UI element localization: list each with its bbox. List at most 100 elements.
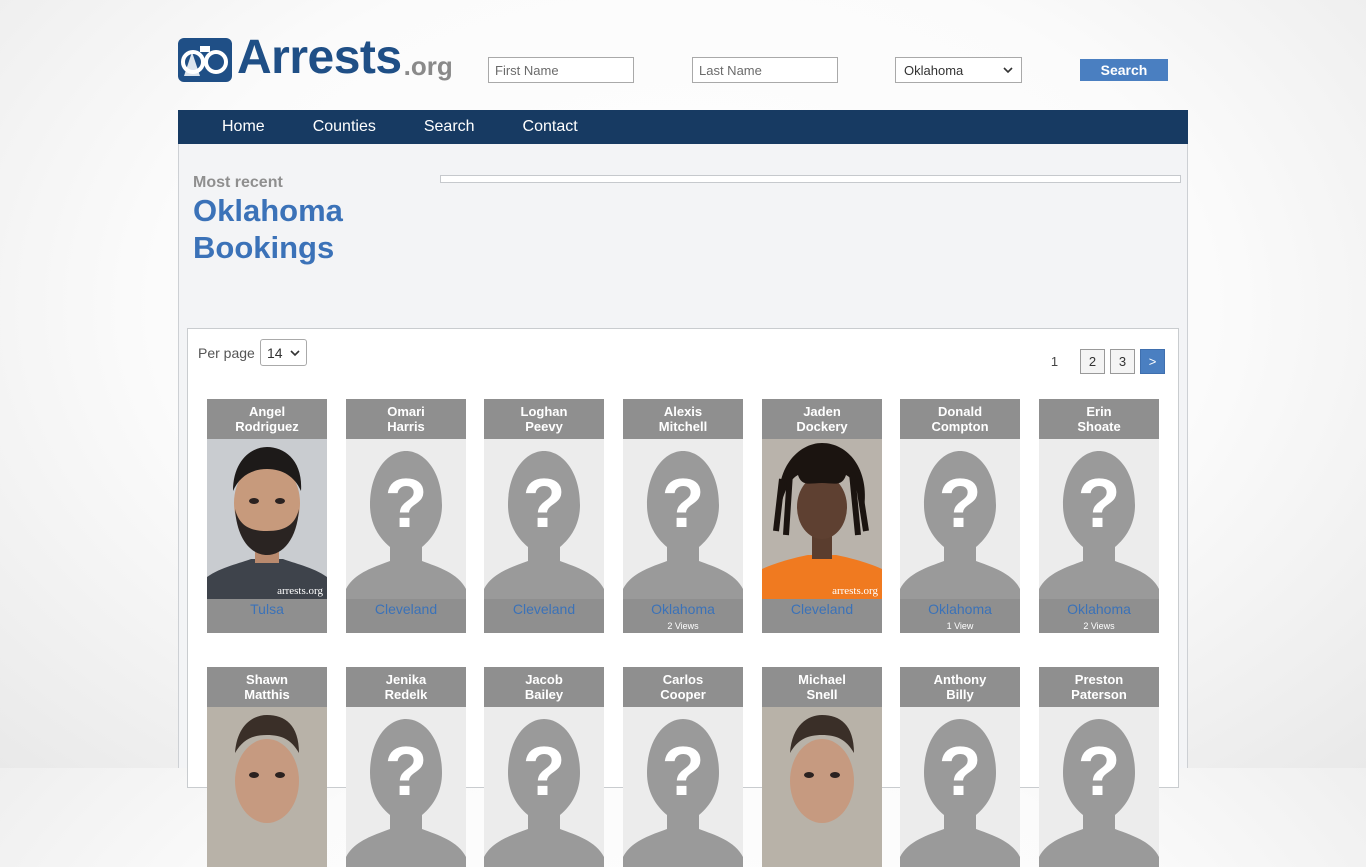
booking-card[interactable]: Michael Snell [762,667,882,867]
booking-card[interactable]: Angel Rodriguez arrests.org Tulsa [207,399,327,633]
booking-name[interactable]: Alexis Mitchell [623,399,743,439]
booking-card[interactable]: Donald Compton ? Oklahoma 1 View [900,399,1020,633]
booking-views: 2 Views [1083,621,1115,631]
booking-first-name: Jaden [803,404,841,419]
first-name-input[interactable] [488,57,634,83]
nav-contact[interactable]: Contact [499,110,602,144]
booking-photo[interactable]: arrests.org [762,439,882,599]
booking-photo[interactable]: arrests.org [207,439,327,599]
booking-photo[interactable] [207,707,327,867]
booking-card[interactable]: Jenika Redelk ? [346,667,466,867]
booking-card[interactable]: Loghan Peevy ? Cleveland [484,399,604,633]
booking-name[interactable]: Michael Snell [762,667,882,707]
booking-photo[interactable]: ? [623,439,743,599]
booking-views [207,617,327,633]
booking-last-name: Matthis [244,687,290,702]
per-page-select[interactable]: 14 [260,339,307,366]
booking-county-link[interactable]: Cleveland [346,599,466,617]
booking-photo[interactable]: ? [900,439,1020,599]
booking-card[interactable]: Omari Harris ? Cleveland [346,399,466,633]
booking-name[interactable]: Donald Compton [900,399,1020,439]
booking-name[interactable]: Jaden Dockery [762,399,882,439]
booking-first-name: Angel [248,404,286,419]
booking-photo[interactable]: ? [484,439,604,599]
booking-county-link[interactable]: Tulsa [207,599,327,617]
booking-photo[interactable]: ? [900,707,1020,867]
booking-first-name: Loghan [520,404,568,419]
booking-county-link[interactable]: Cleveland [484,599,604,617]
svg-text:?: ? [523,464,566,542]
booking-photo[interactable]: ? [1039,439,1159,599]
nav-home[interactable]: Home [178,110,289,144]
next-page-button[interactable]: > [1140,349,1165,374]
page-current: 1 [1050,354,1059,369]
booking-name[interactable]: Anthony Billy [900,667,1020,707]
svg-text:?: ? [662,732,705,810]
unknown-person-icon: ? [1039,707,1159,867]
booking-last-name: Peevy [525,419,563,434]
booking-first-name: Preston [1074,672,1124,687]
booking-photo[interactable]: ? [623,707,743,867]
booking-photo[interactable]: ? [346,439,466,599]
booking-last-name: Billy [946,687,974,702]
state-select[interactable]: Oklahoma [895,57,1022,83]
booking-county-link[interactable]: Oklahoma [623,599,743,617]
booking-name[interactable]: Loghan Peevy [484,399,604,439]
booking-photo[interactable]: ? [1039,707,1159,867]
logo-suffix: .org [403,51,453,81]
booking-name[interactable]: Preston Paterson [1039,667,1159,707]
booking-card[interactable]: Jaden Dockery arrests.org Cleveland [762,399,882,633]
svg-text:?: ? [1078,732,1121,810]
nav-search[interactable]: Search [400,110,499,144]
last-name-input[interactable] [692,57,838,83]
booking-name[interactable]: Jenika Redelk [346,667,466,707]
booking-card[interactable]: Preston Paterson ? [1039,667,1159,867]
unknown-person-icon: ? [484,707,604,867]
page-3-link[interactable]: 3 [1110,349,1135,374]
booking-views [346,617,466,633]
booking-card[interactable]: Jacob Bailey ? [484,667,604,867]
booking-last-name: Rodriguez [235,419,299,434]
booking-name[interactable]: Erin Shoate [1039,399,1159,439]
mugshot-photo: arrests.org [762,439,882,599]
booking-card[interactable]: Erin Shoate ? Oklahoma 2 Views [1039,399,1159,633]
svg-text:?: ? [1078,464,1121,542]
booking-name[interactable]: Omari Harris [346,399,466,439]
unknown-person-icon: ? [623,439,743,599]
booking-last-name: Snell [806,687,838,702]
booking-last-name: Cooper [660,687,706,702]
booking-county-link[interactable]: Oklahoma [900,599,1020,617]
booking-name[interactable]: Shawn Matthis [207,667,327,707]
mugshot-photo: arrests.org [207,439,327,599]
booking-name[interactable]: Carlos Cooper [623,667,743,707]
booking-card[interactable]: Anthony Billy ? [900,667,1020,867]
booking-card[interactable]: Carlos Cooper ? [623,667,743,867]
booking-last-name: Bailey [524,687,564,702]
per-page-label: Per page [198,345,255,361]
per-page-value: 14 [267,344,283,361]
booking-county-link[interactable]: Cleveland [762,599,882,617]
unknown-person-icon: ? [900,439,1020,599]
unknown-person-icon: ? [484,439,604,599]
booking-county-link[interactable]: Oklahoma [1039,599,1159,617]
booking-last-name: Harris [387,419,425,434]
chevron-down-icon [290,349,300,356]
search-button[interactable]: Search [1080,59,1168,81]
booking-photo[interactable] [762,707,882,867]
unknown-person-icon: ? [346,707,466,867]
site-logo[interactable]: Arrests .org [178,34,453,82]
nav-counties[interactable]: Counties [289,110,400,144]
booking-card[interactable]: Shawn Matthis [207,667,327,867]
booking-first-name: Alexis [663,404,703,419]
booking-name[interactable]: Jacob Bailey [484,667,604,707]
booking-last-name: Shoate [1077,419,1121,434]
booking-first-name: Carlos [662,672,704,687]
booking-name[interactable]: Angel Rodriguez [207,399,327,439]
page-2-link[interactable]: 2 [1080,349,1105,374]
booking-views [484,617,604,633]
main-nav: Home Counties Search Contact [178,110,1188,144]
booking-photo[interactable]: ? [346,707,466,867]
booking-card[interactable]: Alexis Mitchell ? Oklahoma 2 Views [623,399,743,633]
booking-photo[interactable]: ? [484,707,604,867]
booking-last-name: Paterson [1071,687,1127,702]
